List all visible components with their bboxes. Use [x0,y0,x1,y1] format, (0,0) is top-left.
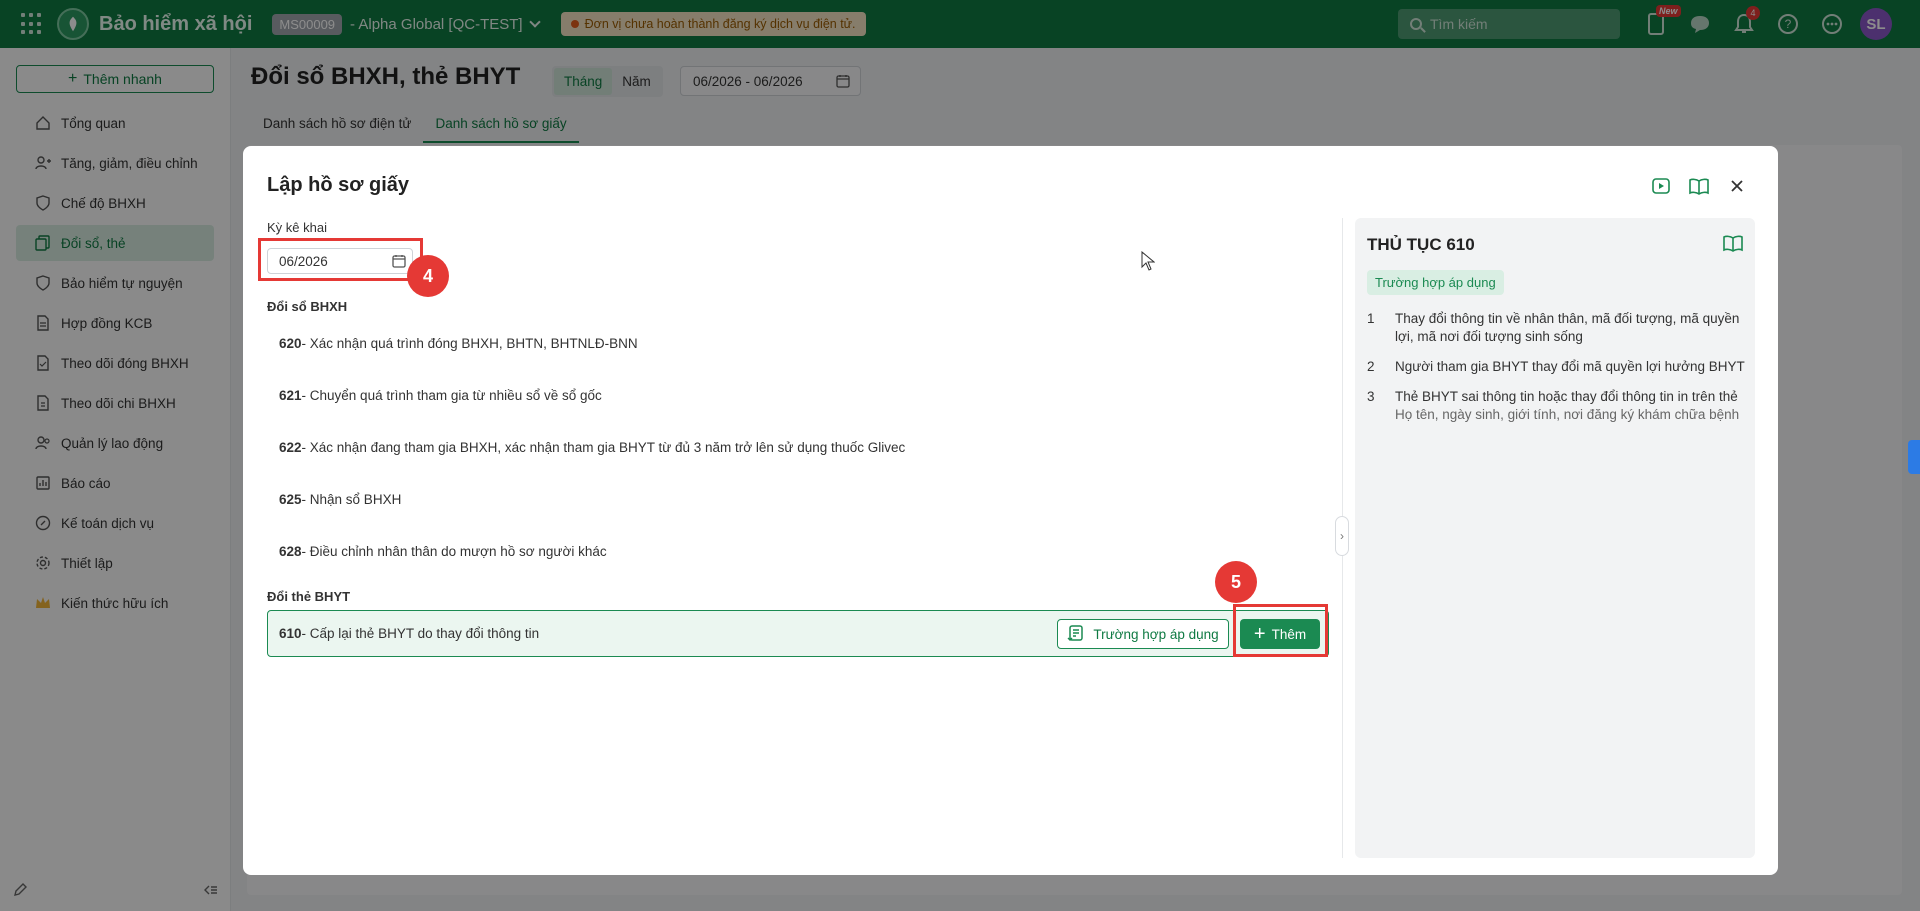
info-panel-title: THỦ TỤC 610 [1367,235,1475,254]
paper-record-modal: Lập hồ sơ giấy Kỳ kê khai 06/2026 4 Đổi … [243,146,1778,875]
applicable-cases-label: Trường hợp áp dụng [1093,626,1219,642]
step-4-marker: 4 [407,255,449,297]
section-bhxh-title: Đổi sổ BHXH [267,299,348,314]
applicable-cases-tag: Trường hợp áp dụng [1367,270,1504,295]
highlight-period-box [258,238,423,281]
step-5-marker: 5 [1215,561,1257,603]
period-label: Kỳ kê khai [267,220,327,235]
procedure-item[interactable]: 621- Chuyển quá trình tham gia từ nhiều … [279,388,602,403]
section-bhyt-title: Đổi thẻ BHYT [267,589,351,604]
procedure-info-panel: THỦ TỤC 610 Trường hợp áp dụng 1 Thay đổ… [1355,218,1755,858]
case-item: 2 Người tham gia BHYT thay đổi mã quyền … [1367,359,1745,374]
procedure-text: 610- Cấp lại thẻ BHYT do thay đổi thông … [279,626,540,641]
side-drawer-tab[interactable] [1908,440,1920,474]
applicable-cases-button[interactable]: Trường hợp áp dụng [1057,619,1229,649]
video-tutorial-icon[interactable] [1650,175,1672,197]
case-item: 1 Thay đổi thông tin về nhân thân, mã đố… [1367,311,1740,344]
procedure-item[interactable]: 628- Điều chỉnh nhân thân do mượn hồ sơ … [279,544,607,559]
procedure-item-selected[interactable]: 610- Cấp lại thẻ BHYT do thay đổi thông … [267,610,1329,657]
guide-book-icon[interactable] [1723,234,1743,255]
scroll-document-icon [1067,625,1084,641]
procedure-item[interactable]: 625- Nhận sổ BHXH [279,492,401,507]
highlight-add-box [1233,604,1328,657]
modal-title: Lập hồ sơ giấy [267,174,410,196]
procedure-item[interactable]: 620- Xác nhận quá trình đóng BHXH, BHTN,… [279,336,638,351]
case-item: 3 Thẻ BHYT sai thông tin hoặc thay đổi t… [1367,389,1740,422]
guide-book-icon[interactable] [1688,175,1710,197]
case-item-detail: Họ tên, ngày sinh, giới tính, nơi đăng k… [1395,407,1740,422]
close-icon[interactable] [1726,175,1748,197]
chevron-right-icon: › [1340,529,1344,543]
procedure-item[interactable]: 622- Xác nhận đang tham gia BHXH, xác nh… [279,440,905,455]
collapse-panel-handle[interactable]: › [1335,516,1349,556]
mouse-cursor-icon [1141,250,1156,274]
